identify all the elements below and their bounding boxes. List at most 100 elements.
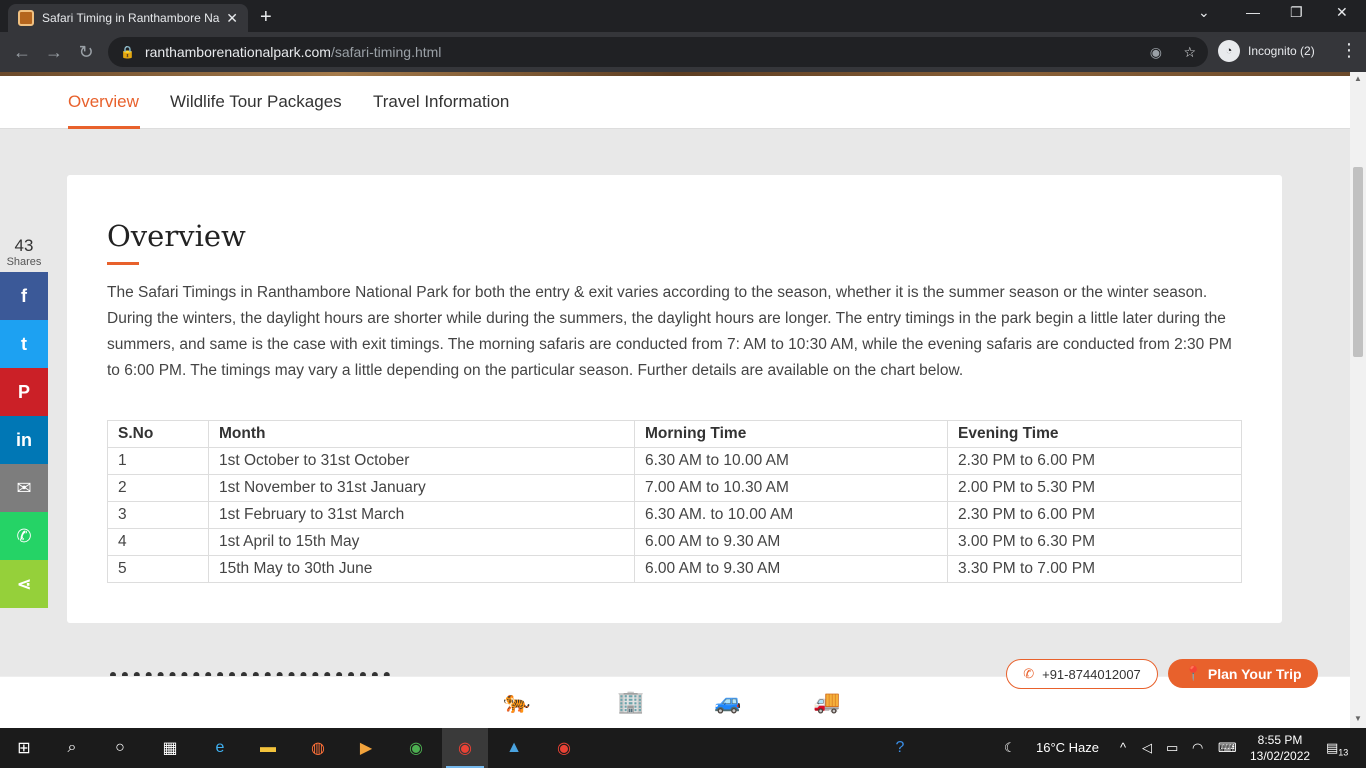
table-row: 3 1st February to 31st March 6.30 AM. to… xyxy=(107,501,1242,529)
share-sidebar: 43 Shares f t P in ✉ ✆ ⋖ xyxy=(0,232,48,608)
tray-chevron-icon[interactable]: ^ xyxy=(1120,740,1126,755)
windows-start-icon[interactable]: ⊞ xyxy=(12,736,36,760)
address-bar[interactable]: 🔒 ranthamborenationalpark.com/safari-tim… xyxy=(108,37,1208,67)
incognito-indicator[interactable]: ◔ Incognito (2) xyxy=(1218,38,1315,64)
lock-icon: 🔒 xyxy=(120,45,135,59)
tab-title: Safari Timing in Ranthambore Na xyxy=(42,11,220,25)
safari-timing-table: S.No Month Morning Time Evening Time 1 1… xyxy=(107,420,1242,583)
restore-icon[interactable]: ❐ xyxy=(1290,4,1303,21)
facebook-share-button[interactable]: f xyxy=(0,272,48,320)
reload-icon[interactable]: ↻ xyxy=(70,42,102,63)
active-tab-underline xyxy=(68,126,140,129)
twitter-icon: t xyxy=(21,333,27,354)
incognito-label: Incognito (2) xyxy=(1248,44,1315,58)
pinterest-icon: P xyxy=(17,381,30,402)
back-icon[interactable]: ← xyxy=(6,42,38,63)
edge-icon[interactable]: e xyxy=(208,736,232,760)
col-header-evening: Evening Time xyxy=(947,420,1242,448)
section-subnav: Overview Wildlife Tour Packages Travel I… xyxy=(0,76,1350,129)
browser-menu-icon[interactable]: ⋮ xyxy=(1340,40,1358,61)
url-path: /safari-timing.html xyxy=(330,44,442,60)
chrome-incognito-icon[interactable]: ◉ xyxy=(453,736,477,760)
clock-time: 8:55 PM xyxy=(1257,733,1303,747)
page-viewport: Overview Wildlife Tour Packages Travel I… xyxy=(0,72,1350,728)
cell-evening: 3.00 PM to 6.30 PM xyxy=(947,528,1242,556)
overview-heading: Overview xyxy=(107,219,246,253)
plan-trip-button[interactable]: 📍 Plan Your Trip xyxy=(1168,659,1318,688)
plan-trip-label: Plan Your Trip xyxy=(1207,665,1302,682)
cell-morning: 6.30 AM to 10.00 AM xyxy=(634,447,948,475)
table-row: 2 1st November to 31st January 7.00 AM t… xyxy=(107,474,1242,502)
store-icon[interactable]: ▦ xyxy=(158,736,182,760)
tab-overview[interactable]: Overview xyxy=(68,92,139,112)
page-scrollbar[interactable]: ▲ ▼ xyxy=(1350,72,1366,728)
bookmark-star-icon[interactable]: ☆ xyxy=(1183,44,1196,61)
tracking-blocked-icon[interactable]: ◉ xyxy=(1150,44,1162,61)
chrome-profile-icon[interactable]: ◉ xyxy=(552,736,576,760)
cell-month: 1st April to 15th May xyxy=(208,528,635,556)
wifi-icon[interactable]: ◠ xyxy=(1192,740,1203,756)
email-icon: ✉ xyxy=(16,477,32,498)
col-header-sno: S.No xyxy=(107,420,209,448)
table-header-row: S.No Month Morning Time Evening Time xyxy=(107,420,1242,448)
notification-count: 13 xyxy=(1338,747,1349,758)
clock-date: 13/02/2022 xyxy=(1250,749,1311,763)
call-button[interactable]: ✆ +91-8744012007 xyxy=(1006,659,1158,689)
linkedin-share-button[interactable]: in xyxy=(0,416,48,464)
volume-icon[interactable]: ◁ xyxy=(1142,740,1152,756)
new-tab-button[interactable]: + xyxy=(260,6,272,29)
firefox-icon[interactable]: ◍ xyxy=(306,736,330,760)
table-row: 4 1st April to 15th May 6.00 AM to 9.30 … xyxy=(107,528,1242,556)
keyboard-icon[interactable]: ⌨ xyxy=(1218,740,1237,756)
facebook-icon: f xyxy=(21,285,27,306)
overview-card: Overview The Safari Timings in Ranthambo… xyxy=(67,175,1282,623)
weather-moon-icon: ☾ xyxy=(1004,740,1016,755)
battery-icon[interactable]: ▭ xyxy=(1166,740,1178,756)
photos-icon[interactable]: ▲ xyxy=(502,736,526,760)
cell-sno: 3 xyxy=(107,501,209,529)
scroll-up-icon[interactable]: ▲ xyxy=(1354,74,1362,83)
file-explorer-icon[interactable]: ▬ xyxy=(256,736,280,760)
twitter-share-button[interactable]: t xyxy=(0,320,48,368)
scroll-down-icon[interactable]: ▼ xyxy=(1354,714,1362,723)
help-icon[interactable]: ? xyxy=(888,736,912,760)
cell-evening: 3.30 PM to 7.00 PM xyxy=(947,555,1242,583)
close-window-icon[interactable]: ✕ xyxy=(1336,4,1348,21)
browser-toolbar: ← → ↻ 🔒 ranthamborenationalpark.com/safa… xyxy=(0,32,1366,72)
tab-travel-information[interactable]: Travel Information xyxy=(373,92,509,112)
tab-wildlife-tour-packages[interactable]: Wildlife Tour Packages xyxy=(170,92,342,112)
jeep-icon[interactable]: 🚙 xyxy=(714,689,741,715)
system-clock[interactable]: 8:55 PM 13/02/2022 xyxy=(1250,732,1310,764)
cell-morning: 6.00 AM to 9.30 AM xyxy=(634,555,948,583)
search-icon[interactable]: ⌕ xyxy=(60,736,84,760)
tab-search-icon[interactable]: ⌄ xyxy=(1198,4,1210,21)
cell-sno: 4 xyxy=(107,528,209,556)
table-row: 5 15th May to 30th June 6.00 AM to 9.30 … xyxy=(107,555,1242,583)
notification-center-icon[interactable]: ▤13 xyxy=(1326,740,1348,758)
whatsapp-share-button[interactable]: ✆ xyxy=(0,512,48,560)
col-header-month: Month xyxy=(208,420,635,448)
tiger-safari-icon[interactable]: 🐅 xyxy=(503,689,530,715)
pinterest-share-button[interactable]: P xyxy=(0,368,48,416)
chrome-icon[interactable]: ◉ xyxy=(404,736,428,760)
share-icon: ⋖ xyxy=(16,573,32,594)
col-header-morning: Morning Time xyxy=(634,420,948,448)
windows-taskbar: ⊞ ⌕ ○ ▦ e ▬ ◍ ▶ ◉ ◉ ▲ ◉ ? ☾ 16°C Haze ^ … xyxy=(0,728,1366,768)
cortana-icon[interactable]: ○ xyxy=(108,736,132,760)
forward-icon[interactable]: → xyxy=(38,42,70,63)
phone-icon: ✆ xyxy=(1023,666,1035,681)
scrollbar-thumb[interactable] xyxy=(1353,167,1363,357)
minimize-icon[interactable]: — xyxy=(1246,4,1260,20)
media-player-icon[interactable]: ▶ xyxy=(354,736,378,760)
delivery-truck-icon[interactable]: 🚚 xyxy=(813,689,840,715)
share-count: 43 xyxy=(14,236,34,255)
email-share-button[interactable]: ✉ xyxy=(0,464,48,512)
cell-month: 1st February to 31st March xyxy=(208,501,635,529)
cell-month: 1st November to 31st January xyxy=(208,474,635,502)
hotel-icon[interactable]: 🏢 xyxy=(617,689,644,715)
more-share-button[interactable]: ⋖ xyxy=(0,560,48,608)
browser-tab[interactable]: Safari Timing in Ranthambore Na ✕ xyxy=(8,4,248,32)
cell-evening: 2.30 PM to 6.00 PM xyxy=(947,447,1242,475)
weather-text[interactable]: 16°C Haze xyxy=(1036,740,1099,755)
tab-close-icon[interactable]: ✕ xyxy=(226,10,238,27)
